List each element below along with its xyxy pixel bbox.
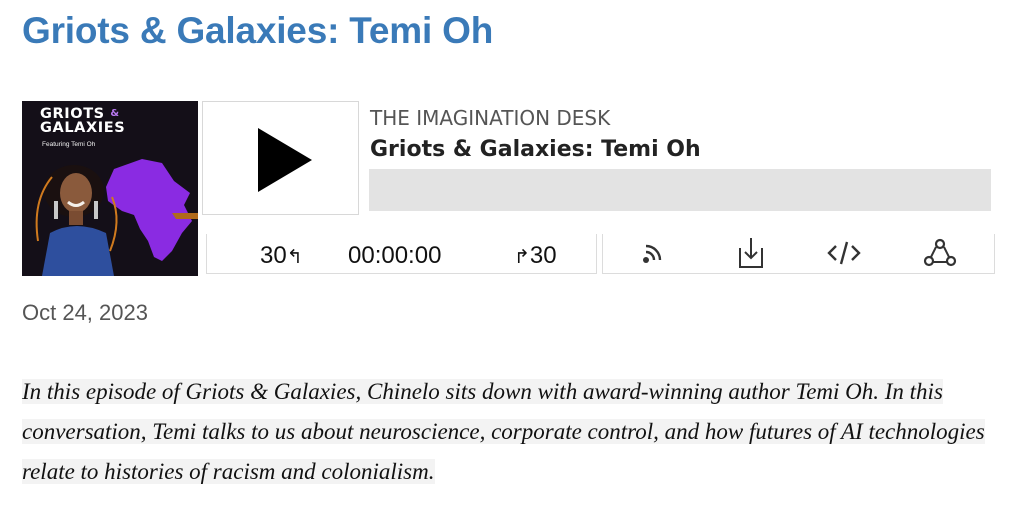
progress-bar[interactable] <box>369 169 991 211</box>
forward-30-label: 30 <box>529 242 557 269</box>
show-name: THE IMAGINATION DESK <box>370 106 611 130</box>
rewind-30-icon: ↰ <box>286 247 303 268</box>
rewind-30-button[interactable]: 30↰ <box>260 239 303 275</box>
rss-icon <box>643 244 662 263</box>
download-button[interactable] <box>732 236 768 270</box>
download-icon <box>739 238 763 268</box>
episode-title: Griots & Galaxies: Temi Oh <box>370 137 701 162</box>
play-icon <box>258 128 312 192</box>
share-button[interactable] <box>922 236 958 270</box>
current-time: 00:00:00 <box>348 242 442 269</box>
forward-30-button[interactable]: ↱30 <box>514 239 557 275</box>
embed-button[interactable] <box>826 236 862 270</box>
episode-description-text: In this episode of Griots & Galaxies, Ch… <box>22 379 985 484</box>
rewind-30-label: 30 <box>260 242 287 269</box>
page-title: Griots & Galaxies: Temi Oh <box>22 10 494 51</box>
cover-subtitle: Featuring Temi Oh <box>42 141 96 148</box>
embed-code-icon <box>827 241 861 265</box>
cover-title: GRIOTS & GALAXIES <box>40 106 126 136</box>
episode-description: In this episode of Griots & Galaxies, Ch… <box>22 372 1012 492</box>
publish-date: Oct 24, 2023 <box>22 300 148 325</box>
forward-30-icon: ↱ <box>514 247 530 268</box>
share-icon <box>923 238 957 267</box>
play-button[interactable] <box>202 101 359 215</box>
rss-button[interactable] <box>638 236 674 270</box>
podcast-cover-art: GRIOTS & GALAXIES Featuring Temi Oh <box>22 101 198 276</box>
